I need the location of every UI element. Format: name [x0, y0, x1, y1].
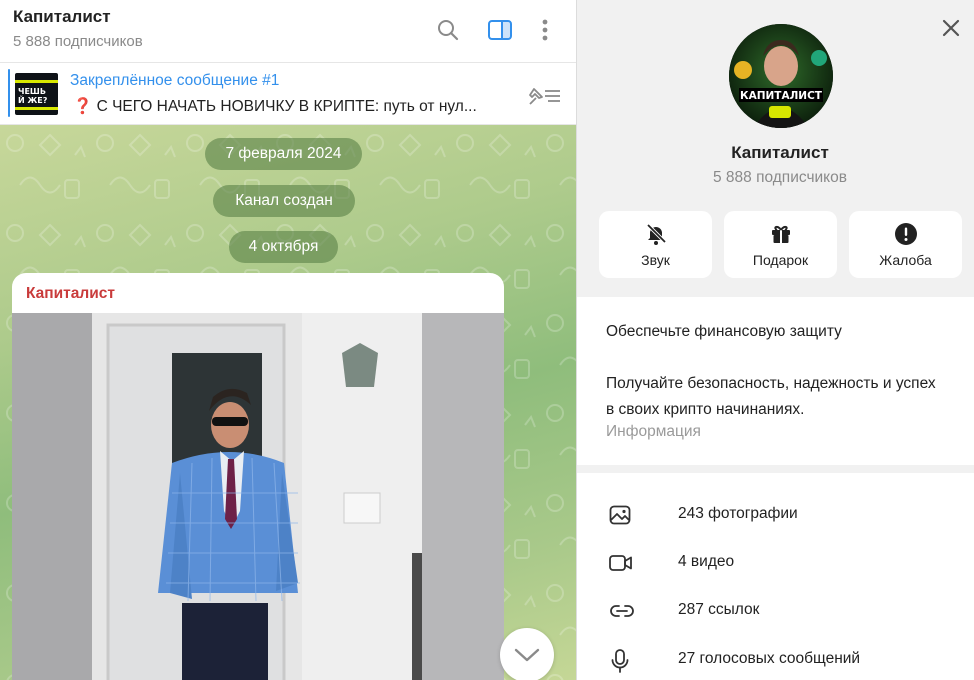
exclamation-icon [894, 223, 917, 245]
more-vertical-icon [542, 19, 548, 41]
chat-pane: Капиталист 5 888 подписчиков ЧЕШЬ Й ЖЕ? … [0, 0, 577, 680]
pinned-indicator [8, 69, 10, 117]
shared-media-list: 243 фотографии 4 видео 287 ссылок 27 гол… [577, 473, 974, 680]
chat-title: Капиталист [13, 7, 111, 26]
telegram-window: Капиталист 5 888 подписчиков ЧЕШЬ Й ЖЕ? … [0, 0, 974, 680]
chevron-down-icon [514, 648, 540, 662]
date-separator: 4 октября [229, 231, 338, 263]
date-separator: 7 февраля 2024 [205, 138, 362, 170]
sidebar-panel-icon [488, 20, 512, 40]
report-button-label: Жалоба [879, 252, 932, 268]
media-row-voice[interactable]: 27 голосовых сообщений [577, 636, 974, 680]
avatar-wordmark: КАПИТАЛИСТ [740, 90, 823, 102]
description-label: Информация [606, 423, 701, 440]
report-button[interactable]: Жалоба [849, 211, 962, 278]
media-row-label: 287 ссылок [678, 601, 760, 618]
media-row-photos[interactable]: 243 фотографии [577, 491, 974, 539]
pinned-message-bar[interactable]: ЧЕШЬ Й ЖЕ? Закреплённое сообщение #1 ❓ С… [0, 63, 576, 125]
photo-image [12, 313, 504, 680]
microphone-icon [611, 649, 629, 673]
chat-background: 7 февраля 2024 Канал создан 4 октября Ка… [0, 125, 576, 680]
service-message: Канал создан [213, 185, 355, 217]
pinned-title: Закреплённое сообщение #1 [70, 72, 280, 89]
channel-description: Обеспечьте финансовую защиту Получайте б… [577, 297, 974, 465]
chat-header[interactable]: Капиталист 5 888 подписчиков [0, 0, 576, 63]
pinned-thumbnail: ЧЕШЬ Й ЖЕ? [15, 73, 58, 115]
close-icon [942, 19, 960, 37]
channel-post[interactable]: Капиталист [12, 273, 504, 680]
thumb-stripe [15, 80, 58, 83]
pinned-thumb-text: ЧЕШЬ Й ЖЕ? [18, 87, 48, 105]
chat-subscriber-count: 5 888 подписчиков [13, 33, 143, 50]
video-icon [609, 555, 632, 571]
search-icon [438, 20, 459, 41]
scroll-to-bottom-button[interactable] [500, 628, 554, 680]
profile-header: КАПИТАЛИСТ Капиталист 5 888 подписчиков … [577, 0, 974, 297]
photo-icon [609, 505, 631, 525]
close-panel-button[interactable] [939, 16, 963, 40]
mute-button-label: Звук [641, 252, 670, 268]
gift-icon [771, 225, 790, 243]
thumb-stripe [15, 107, 58, 110]
channel-avatar[interactable]: КАПИТАЛИСТ [729, 24, 833, 128]
pinned-text: ❓ С ЧЕГО НАЧАТЬ НОВИЧКУ В КРИПТЕ: путь о… [73, 98, 477, 115]
link-icon [610, 605, 634, 617]
more-options-button[interactable] [529, 14, 561, 46]
post-author: Капиталист [26, 285, 115, 302]
mute-button[interactable]: Звук [599, 211, 712, 278]
bell-off-icon [646, 223, 666, 245]
channel-info-panel: КАПИТАЛИСТ Капиталист 5 888 подписчиков … [577, 0, 974, 680]
gift-button-label: Подарок [752, 252, 809, 268]
search-button[interactable] [432, 14, 464, 46]
description-line: Обеспечьте финансовую защиту [606, 323, 842, 340]
toggle-info-panel-button[interactable] [484, 14, 516, 46]
media-row-label: 4 видео [678, 553, 735, 570]
description-paragraph: Получайте безопасность, надежность и усп… [606, 375, 936, 418]
media-row-label: 27 голосовых сообщений [678, 650, 861, 667]
pin-list-icon [529, 88, 560, 105]
media-row-videos[interactable]: 4 видео [577, 539, 974, 587]
avatar-image: КАПИТАЛИСТ [729, 24, 833, 128]
gift-button[interactable]: Подарок [724, 211, 837, 278]
profile-subscriber-count: 5 888 подписчиков [713, 169, 847, 186]
post-photo[interactable] [12, 313, 504, 680]
media-row-links[interactable]: 287 ссылок [577, 587, 974, 635]
pinned-list-button[interactable] [526, 85, 562, 112]
profile-name: Капиталист [731, 143, 829, 162]
media-row-label: 243 фотографии [678, 505, 798, 522]
